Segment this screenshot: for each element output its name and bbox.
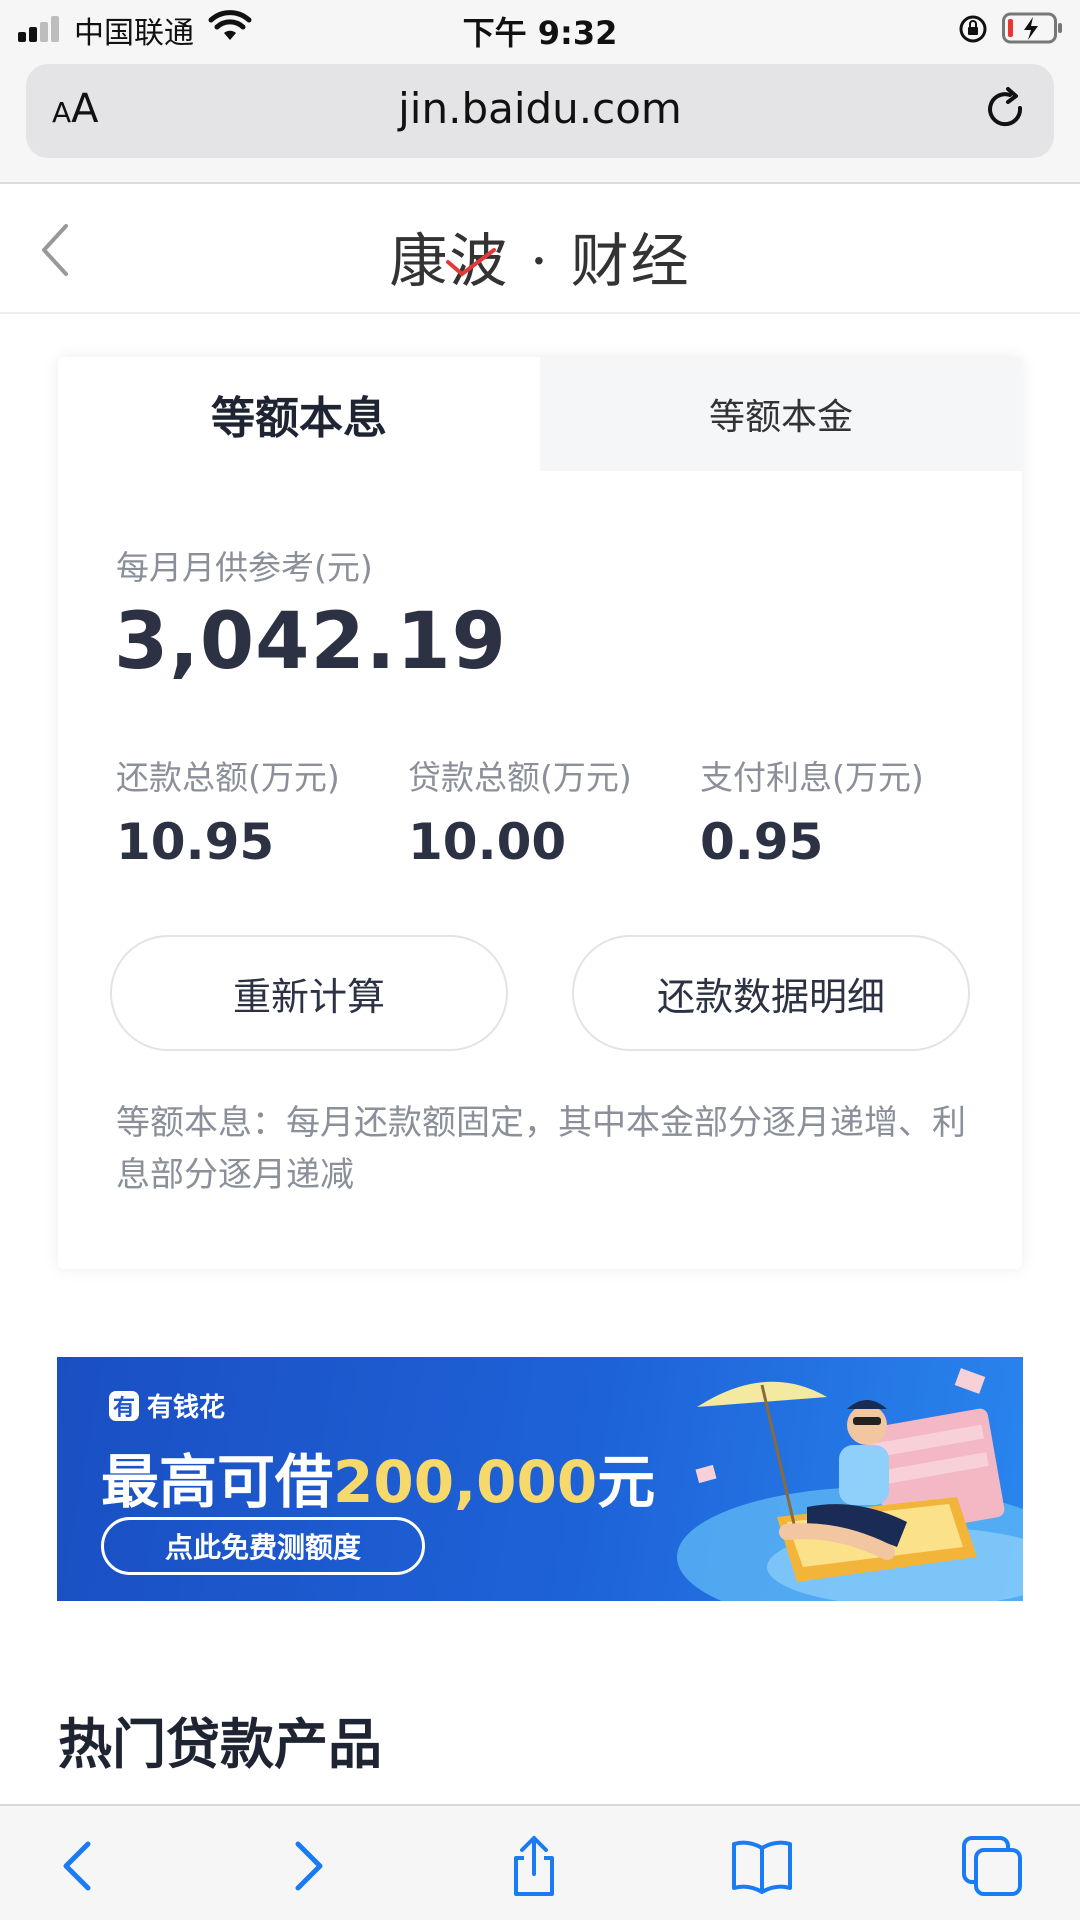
loan-promo-banner[interactable]: 有 有钱花 最高可借200,000元 点此免费测额度	[57, 1357, 1023, 1601]
stat-label: 贷款总额(万元)	[408, 758, 632, 797]
banner-amount: 200,000	[333, 1448, 598, 1516]
relaxing-man-illustration	[677, 1368, 1023, 1601]
browser-address-bar: AA jin.baidu.com	[0, 58, 1080, 184]
brand-name: 有钱花	[147, 1393, 226, 1423]
stat-value: 10.95	[116, 813, 275, 871]
orientation-lock-icon	[959, 15, 987, 43]
forward-icon[interactable]	[274, 1834, 338, 1898]
url-text[interactable]: jin.baidu.com	[26, 84, 1054, 133]
method-description: 等额本息：每月还款额固定，其中本金部分逐月递增、利息部分逐月递减	[116, 1103, 966, 1195]
battery-charging-icon	[1002, 12, 1062, 44]
clock-time: 下午 9:32	[462, 14, 618, 52]
section-title-hot-loans: 热门贷款产品	[58, 1713, 382, 1776]
logo-checkmark-icon	[446, 248, 496, 277]
stat-label: 还款总额(万元)	[116, 758, 340, 797]
url-field[interactable]: AA jin.baidu.com	[26, 64, 1054, 158]
banner-headline: 最高可借200,000元	[101, 1448, 656, 1516]
recalculate-button[interactable]: 重新计算	[110, 935, 508, 1051]
banner-brand: 有 有钱花	[109, 1387, 225, 1424]
stat-loan-amount: 贷款总额(万元) 10.00	[408, 751, 708, 871]
back-icon[interactable]	[48, 1834, 112, 1898]
stat-total-repayment: 还款总额(万元) 10.95	[116, 751, 416, 871]
monthly-payment-value: 3,042.19	[114, 597, 507, 687]
tab-equal-installment[interactable]: 等额本息	[58, 357, 540, 471]
banner-cta-button[interactable]: 点此免费测额度	[101, 1517, 425, 1575]
page-header: 康波 · 财经	[0, 184, 1080, 314]
site-logo: 康波 · 财经	[389, 227, 691, 295]
browser-toolbar	[0, 1804, 1080, 1920]
brand-logo-icon: 有	[109, 1390, 139, 1421]
reload-icon[interactable]	[982, 86, 1030, 136]
tabs-icon[interactable]	[960, 1834, 1024, 1898]
monthly-payment-label: 每月月供参考(元)	[116, 548, 373, 587]
stat-value: 10.00	[408, 813, 567, 871]
bookmarks-icon[interactable]	[730, 1834, 794, 1898]
share-icon[interactable]	[502, 1834, 566, 1898]
stat-interest-paid: 支付利息(万元) 0.95	[700, 751, 1000, 871]
tab-equal-principal[interactable]: 等额本金	[540, 357, 1022, 471]
loan-result-card: 等额本息 等额本金 每月月供参考(元) 3,042.19 还款总额(万元) 10…	[58, 357, 1022, 1269]
stat-label: 支付利息(万元)	[700, 758, 924, 797]
status-bar: 中国联通 下午 9:32	[0, 0, 1080, 58]
repayment-details-button[interactable]: 还款数据明细	[572, 935, 970, 1051]
stat-value: 0.95	[700, 813, 824, 871]
